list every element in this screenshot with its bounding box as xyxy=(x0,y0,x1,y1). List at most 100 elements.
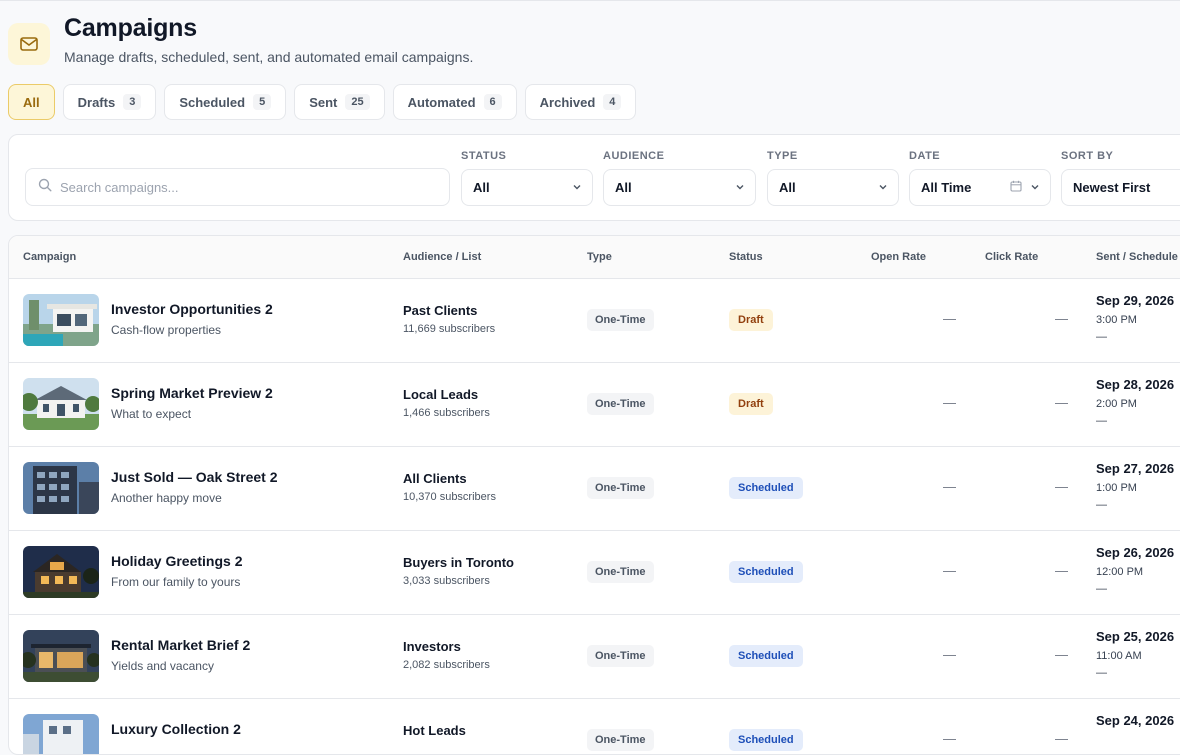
date-filter: DATE All Time xyxy=(909,150,1051,206)
tab-count: 4 xyxy=(603,94,622,110)
column-header[interactable]: Status xyxy=(729,251,763,263)
select-value: Newest First xyxy=(1073,180,1151,195)
status-badge: Draft xyxy=(729,309,773,331)
status-filter: STATUS All xyxy=(461,150,593,206)
click-rate: — xyxy=(1055,311,1068,326)
sent-date: Sep 24, 2026 xyxy=(1096,713,1175,728)
filter-label: SORT BY xyxy=(1061,150,1114,162)
campaign-thumbnail xyxy=(23,630,99,682)
tab-label: Sent xyxy=(309,94,338,110)
audience-name: Buyers in Toronto xyxy=(403,555,514,570)
search-box xyxy=(25,168,450,206)
audience-filter: AUDIENCE All xyxy=(603,150,756,206)
select-value: All xyxy=(615,180,632,195)
sent-date: Sep 28, 2026 xyxy=(1096,377,1175,392)
status-select[interactable]: All xyxy=(461,169,593,206)
chevron-down-icon xyxy=(572,180,582,195)
table-row[interactable]: Rental Market Brief 2 Yields and vacancy… xyxy=(9,615,1180,699)
status-badge: Scheduled xyxy=(729,645,803,667)
campaign-name[interactable]: Luxury Collection 2 xyxy=(111,721,241,737)
campaigns-table: Campaign Audience / List Type Status Ope… xyxy=(8,235,1180,755)
campaign-name[interactable]: Just Sold — Oak Street 2 xyxy=(111,469,278,485)
campaign-subtitle: Cash-flow properties xyxy=(111,323,222,337)
type-badge: One-Time xyxy=(587,477,654,499)
campaign-name[interactable]: Spring Market Preview 2 xyxy=(111,385,273,401)
campaign-name[interactable]: Rental Market Brief 2 xyxy=(111,637,250,653)
tab-scheduled[interactable]: Scheduled 5 xyxy=(164,84,287,120)
type-badge: One-Time xyxy=(587,309,654,331)
audience-name: Investors xyxy=(403,639,461,654)
table-row[interactable]: Holiday Greetings 2 From our family to y… xyxy=(9,531,1180,615)
status-badge: Scheduled xyxy=(729,561,803,583)
tab-label: Scheduled xyxy=(179,94,246,110)
type-badge: One-Time xyxy=(587,729,654,751)
sent-time: 1:00 PM xyxy=(1096,482,1137,494)
audience-select[interactable]: All xyxy=(603,169,756,206)
campaign-subtitle: From our family to yours xyxy=(111,575,241,589)
sent-time: 2:00 PM xyxy=(1096,398,1137,410)
sort-select[interactable]: Newest First xyxy=(1061,169,1180,206)
sent-date: Sep 26, 2026 xyxy=(1096,545,1175,560)
calendar-icon xyxy=(1010,180,1022,195)
sent-date: Sep 25, 2026 xyxy=(1096,629,1175,644)
filter-label: AUDIENCE xyxy=(603,150,665,162)
tab-archived[interactable]: Archived 4 xyxy=(524,84,637,120)
campaign-name[interactable]: Investor Opportunities 2 xyxy=(111,301,273,317)
status-badge: Scheduled xyxy=(729,477,803,499)
campaign-name[interactable]: Holiday Greetings 2 xyxy=(111,553,242,569)
column-header[interactable]: Click Rate xyxy=(985,251,1038,263)
table-row[interactable]: Spring Market Preview 2 What to expect L… xyxy=(9,363,1180,447)
filter-label: TYPE xyxy=(767,150,798,162)
sort-filter: SORT BY Newest First xyxy=(1061,150,1180,206)
table-row[interactable]: Investor Opportunities 2 Cash-flow prope… xyxy=(9,279,1180,363)
column-header[interactable]: Audience / List xyxy=(403,251,481,263)
column-header[interactable]: Sent / Schedule xyxy=(1096,251,1178,263)
type-badge: One-Time xyxy=(587,561,654,583)
audience-name: Local Leads xyxy=(403,387,479,402)
date-select[interactable]: All Time xyxy=(909,169,1051,206)
campaign-thumbnail xyxy=(23,378,99,430)
type-select[interactable]: All xyxy=(767,169,899,206)
campaign-thumbnail xyxy=(23,294,99,346)
tab-label: All xyxy=(23,94,40,110)
open-rate: — xyxy=(943,395,956,410)
sent-extra: — xyxy=(1096,331,1107,343)
audience-name: Hot Leads xyxy=(403,723,466,738)
type-badge: One-Time xyxy=(587,393,654,415)
type-badge: One-Time xyxy=(587,645,654,667)
tab-all[interactable]: All xyxy=(8,84,55,120)
subscriber-count: 1,466 subscribers xyxy=(403,407,490,419)
column-header[interactable]: Campaign xyxy=(23,251,76,263)
search-input[interactable] xyxy=(60,179,420,195)
top-divider xyxy=(0,0,1180,1)
filter-label: DATE xyxy=(909,150,941,162)
sent-date: Sep 27, 2026 xyxy=(1096,461,1175,476)
chevron-down-icon xyxy=(878,180,888,195)
filter-label: STATUS xyxy=(461,150,507,162)
sent-time: 12:00 PM xyxy=(1096,566,1144,578)
sent-extra: — xyxy=(1096,499,1107,511)
status-badge: Draft xyxy=(729,393,773,415)
campaign-subtitle: Another happy move xyxy=(111,491,222,505)
subscriber-count: 2,082 subscribers xyxy=(403,659,490,671)
sent-time: 11:00 AM xyxy=(1096,650,1142,662)
tab-sent[interactable]: Sent 25 xyxy=(294,84,385,120)
campaign-thumbnail xyxy=(23,462,99,514)
sent-extra: — xyxy=(1096,583,1107,595)
tab-label: Automated xyxy=(407,94,476,110)
tab-automated[interactable]: Automated 6 xyxy=(392,84,517,120)
column-header[interactable]: Open Rate xyxy=(871,251,926,263)
filter-bar: STATUS All AUDIENCE All TYPE All DATE Al… xyxy=(8,134,1180,221)
click-rate: — xyxy=(1055,731,1068,746)
type-filter: TYPE All xyxy=(767,150,899,206)
subscriber-count: 3,033 subscribers xyxy=(403,575,490,587)
campaign-tabs: All Drafts 3 Scheduled 5 Sent 25 Automat… xyxy=(8,84,637,120)
campaign-thumbnail xyxy=(23,546,99,598)
campaign-thumbnail xyxy=(23,714,99,754)
click-rate: — xyxy=(1055,647,1068,662)
table-row[interactable]: Just Sold — Oak Street 2 Another happy m… xyxy=(9,447,1180,531)
table-row[interactable]: Luxury Collection 2 Hot Leads One-Time S… xyxy=(9,699,1180,754)
tab-drafts[interactable]: Drafts 3 xyxy=(62,84,157,120)
column-header[interactable]: Type xyxy=(587,251,612,263)
chevron-down-icon xyxy=(1030,180,1040,195)
